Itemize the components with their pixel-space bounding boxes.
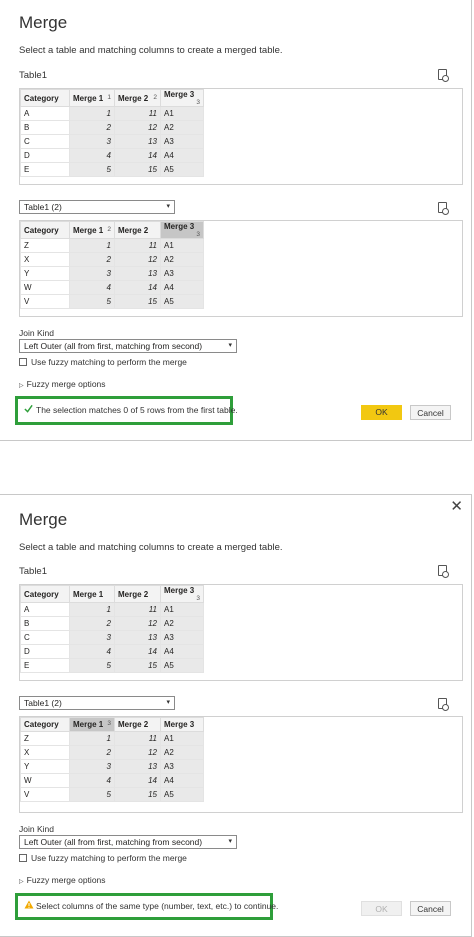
dialog-title: Merge — [19, 510, 68, 529]
triangle-right-icon: ▷ — [19, 879, 24, 885]
column-header-merge1[interactable]: Merge 1 — [69, 585, 115, 603]
table2-preview: Category Merge 13 Merge 2 Merge 3 Z 1 11 A1… — [19, 716, 463, 813]
chevron-down-icon: ▾ — [166, 203, 170, 210]
dialog-description: Select a table and matching columns to c… — [19, 45, 283, 56]
table2-select[interactable]: Table1 (2) ▾ — [19, 200, 175, 214]
table2-grid: Category Merge 13 Merge 2 Merge 3 Z 1 11 A1… — [20, 717, 204, 802]
join-kind-select[interactable]: Left Outer (all from first, matching fro… — [19, 835, 237, 849]
table-row: X 2 12 A2 — [20, 745, 204, 760]
column-header-merge3[interactable]: Merge 33 — [160, 89, 204, 107]
table-row: Y 3 13 A3 — [20, 759, 204, 774]
table1-label: Table1 — [19, 566, 47, 577]
table1-grid: Category Merge 11 Merge 22 Merge 33 A 1 11… — [20, 89, 204, 177]
table-row: Y 3 13 A3 — [20, 266, 204, 281]
merge-dialog-1: Merge Select a table and matching column… — [0, 0, 472, 441]
table-row: W 4 14 A4 — [20, 773, 204, 788]
table1-preview: Category Merge 1 Merge 2 Merge 33 A 1 11 A1… — [19, 584, 463, 681]
fuzzy-matching-checkbox[interactable] — [19, 358, 27, 366]
column-header-merge2[interactable]: Merge 2 — [114, 717, 161, 732]
table-row: D 4 14 A4 — [20, 148, 204, 163]
checkmark-icon — [24, 404, 33, 413]
column-header-merge2[interactable]: Merge 2 — [114, 221, 161, 239]
table-row: Z 1 11 A1 — [20, 731, 204, 746]
table2-grid: Category Merge 12 Merge 2 Merge 33 Z 1 11 A… — [20, 221, 204, 309]
dialog-description: Select a table and matching columns to c… — [19, 542, 283, 553]
table-row: E 5 15 A5 — [20, 658, 204, 673]
file-preview-icon[interactable] — [438, 202, 449, 215]
table-row: E 5 15 A5 — [20, 162, 204, 177]
ok-button[interactable]: OK — [361, 405, 402, 420]
warning-icon — [24, 900, 34, 909]
column-header-merge3[interactable]: Merge 3 — [160, 717, 204, 732]
column-header-category[interactable]: Category — [20, 585, 70, 603]
fuzzy-matching-checkbox-row[interactable]: Use fuzzy matching to perform the merge — [19, 853, 187, 863]
status-message: The selection matches 0 of 5 rows from t… — [36, 405, 238, 415]
column-header-category[interactable]: Category — [20, 221, 70, 239]
table-row: C 3 13 A3 — [20, 134, 204, 149]
table2-preview: Category Merge 12 Merge 2 Merge 33 Z 1 11 A… — [19, 220, 463, 317]
join-kind-select[interactable]: Left Outer (all from first, matching fro… — [19, 339, 237, 353]
table-row: A 1 11 A1 — [20, 602, 204, 617]
fuzzy-merge-options-toggle[interactable]: ▷ Fuzzy merge options — [19, 379, 106, 389]
table-row: Z 1 11 A1 — [20, 238, 204, 253]
column-header-merge2[interactable]: Merge 22 — [114, 89, 161, 107]
table-row: W 4 14 A4 — [20, 280, 204, 295]
status-message-box: Select columns of the same type (number,… — [15, 893, 278, 920]
table-row: C 3 13 A3 — [20, 630, 204, 645]
join-kind-label: Join Kind — [19, 824, 54, 834]
fuzzy-merge-options-toggle[interactable]: ▷ Fuzzy merge options — [19, 875, 106, 885]
table-row: V 5 15 A5 — [20, 787, 204, 802]
file-preview-icon[interactable] — [438, 565, 449, 578]
column-header-merge3[interactable]: Merge 33 — [160, 585, 204, 603]
close-icon[interactable]: ✕ — [450, 499, 463, 514]
status-message-box: The selection matches 0 of 5 rows from t… — [15, 396, 238, 425]
column-header-category[interactable]: Category — [20, 89, 70, 107]
cancel-button[interactable]: Cancel — [410, 405, 451, 420]
cancel-button[interactable]: Cancel — [410, 901, 451, 916]
column-header-merge3[interactable]: Merge 33 — [160, 221, 204, 239]
chevron-down-icon: ▾ — [166, 699, 170, 706]
fuzzy-matching-checkbox[interactable] — [19, 854, 27, 862]
merge-dialog-2: ✕ Merge Select a table and matching colu… — [0, 494, 472, 937]
fuzzy-matching-checkbox-row[interactable]: Use fuzzy matching to perform the merge — [19, 357, 187, 367]
table1-preview: Category Merge 11 Merge 22 Merge 33 A 1 11… — [19, 88, 463, 185]
table-row: B 2 12 A2 — [20, 616, 204, 631]
table-row: A 1 11 A1 — [20, 106, 204, 121]
column-header-merge1[interactable]: Merge 13 — [69, 717, 115, 732]
chevron-down-icon: ▾ — [228, 342, 232, 349]
column-header-category[interactable]: Category — [20, 717, 70, 732]
table-row: V 5 15 A5 — [20, 294, 204, 309]
table2-select[interactable]: Table1 (2) ▾ — [19, 696, 175, 710]
column-header-merge1[interactable]: Merge 11 — [69, 89, 115, 107]
column-header-merge2[interactable]: Merge 2 — [114, 585, 161, 603]
table-row: D 4 14 A4 — [20, 644, 204, 659]
status-message: Select columns of the same type (number,… — [36, 901, 279, 911]
dialog-title: Merge — [19, 13, 68, 32]
chevron-down-icon: ▾ — [228, 838, 232, 845]
column-header-merge1[interactable]: Merge 12 — [69, 221, 115, 239]
table-row: B 2 12 A2 — [20, 120, 204, 135]
file-preview-icon[interactable] — [438, 698, 449, 711]
ok-button[interactable]: OK — [361, 901, 402, 916]
triangle-right-icon: ▷ — [19, 383, 24, 389]
table1-grid: Category Merge 1 Merge 2 Merge 33 A 1 11 A1… — [20, 585, 204, 673]
join-kind-label: Join Kind — [19, 328, 54, 338]
table1-label: Table1 — [19, 70, 47, 81]
file-preview-icon[interactable] — [438, 69, 449, 82]
table-row: X 2 12 A2 — [20, 252, 204, 267]
